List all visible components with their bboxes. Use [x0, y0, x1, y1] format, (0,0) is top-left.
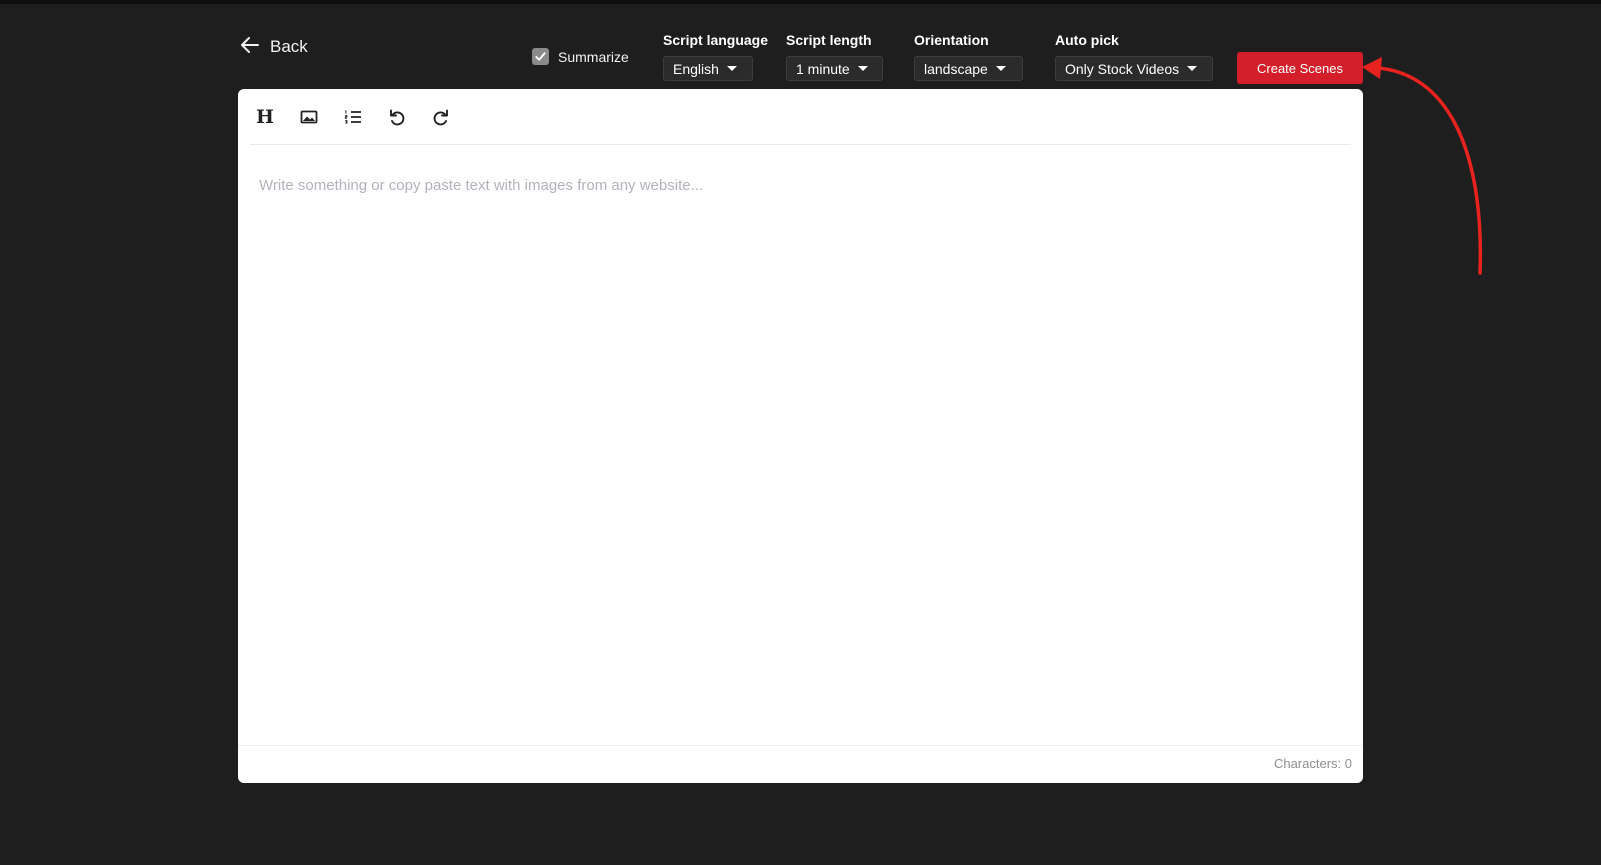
script-length-select[interactable]: 1 minute [786, 56, 883, 81]
heading-button[interactable]: H [254, 106, 276, 128]
redo-button[interactable] [430, 106, 452, 128]
redo-icon [433, 109, 448, 126]
orientation-label: Orientation [914, 32, 989, 48]
auto-pick-label: Auto pick [1055, 32, 1119, 48]
orientation-select[interactable]: landscape [914, 56, 1023, 81]
chevron-down-icon [1187, 66, 1198, 71]
orientation-value: landscape [924, 60, 988, 77]
auto-pick-field: Auto pick Only Stock Videos [1055, 31, 1213, 81]
undo-icon [390, 109, 405, 126]
annotation-arrow [1362, 57, 1483, 275]
script-language-select[interactable]: English [663, 56, 753, 81]
arrow-left-icon [240, 35, 260, 60]
numbered-list-button[interactable] [342, 106, 364, 128]
character-count: Characters: 0 [1273, 756, 1352, 771]
editor-footer: Characters: 0 [238, 745, 1363, 783]
summarize-checkbox[interactable] [532, 48, 549, 65]
check-icon [535, 52, 546, 61]
script-length-value: 1 minute [796, 60, 850, 77]
auto-pick-select[interactable]: Only Stock Videos [1055, 56, 1213, 81]
insert-image-button[interactable] [298, 106, 320, 128]
numbered-list-icon [344, 110, 361, 124]
heading-icon: H [256, 106, 274, 128]
create-scenes-button[interactable]: Create Scenes [1237, 52, 1363, 84]
undo-button[interactable] [386, 106, 408, 128]
summarize-label: Summarize [558, 48, 629, 65]
chevron-down-icon [857, 66, 868, 71]
editor-placeholder[interactable]: Write something or copy paste text with … [259, 177, 703, 194]
orientation-field: Orientation landscape [914, 31, 1023, 81]
script-length-label: Script length [786, 32, 872, 48]
auto-pick-value: Only Stock Videos [1065, 60, 1180, 77]
back-label: Back [270, 37, 308, 56]
summarize-option[interactable]: Summarize [532, 48, 629, 65]
back-button[interactable]: Back [240, 35, 308, 59]
script-length-field: Script length 1 minute [786, 31, 883, 81]
script-language-field: Script language English [663, 31, 768, 81]
script-editor: H Write something or copy paste text wit… [238, 89, 1363, 783]
chevron-down-icon [995, 66, 1006, 71]
script-language-value: English [673, 60, 719, 77]
top-border [0, 0, 1601, 4]
editor-toolbar: H [250, 89, 1351, 145]
chevron-down-icon [726, 66, 737, 71]
script-language-label: Script language [663, 32, 769, 48]
image-icon [300, 110, 318, 124]
